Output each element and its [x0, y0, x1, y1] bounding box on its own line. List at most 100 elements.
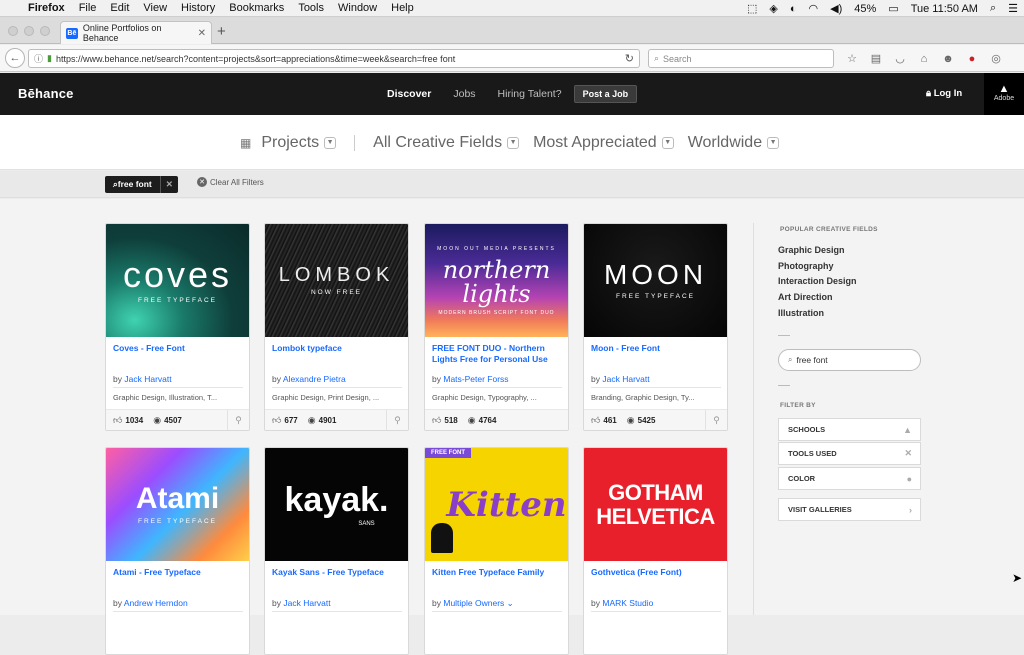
project-title[interactable]: Kitten Free Typeface Family [432, 567, 564, 578]
bookmark-star-icon[interactable]: ☆ [840, 52, 864, 65]
window-zoom-button[interactable] [40, 26, 50, 36]
project-title[interactable]: FREE FONT DUO - Northern Lights Free for… [432, 343, 564, 365]
screenshot-icon[interactable]: ⬚ [741, 2, 763, 15]
pinterest-icon[interactable]: ● [960, 53, 984, 65]
filter-schools-button[interactable]: SCHOOLS ▲ [778, 418, 921, 441]
home-icon[interactable]: ⌂ [912, 53, 936, 65]
menu-history[interactable]: History [174, 0, 222, 17]
sync-icon[interactable]: ◐ [784, 3, 803, 15]
project-fields: Graphic Design, Illustration, T... [113, 393, 218, 402]
owner-link[interactable]: Mats-Peter Forss [443, 374, 508, 384]
project-cover[interactable]: kayak. SANS [265, 448, 408, 561]
menu-view[interactable]: View [136, 0, 174, 17]
search-filter-tag-label[interactable]: ⌕free font [105, 176, 160, 193]
project-card[interactable]: MOON OUT MEDIA PRESENTS northern lights … [424, 223, 569, 431]
back-button[interactable]: ← [5, 48, 25, 68]
notification-center-icon[interactable]: ☰ [1002, 2, 1024, 15]
browser-tab[interactable]: Bē Online Portfolios on Behance ✕ [60, 21, 212, 44]
project-card[interactable]: MOON FREE TYPEFACE Moon - Free Font by J… [583, 223, 728, 431]
owner-link[interactable]: Andrew Herndon [124, 598, 188, 608]
sidebar-field-illustration[interactable]: Illustration [778, 308, 824, 318]
browser-search-input[interactable]: ⌕ Search [648, 49, 834, 68]
sidebar-field-interaction-design[interactable]: Interaction Design [778, 276, 857, 286]
adobe-link[interactable]: ▲ Adobe [984, 73, 1024, 115]
menu-help[interactable]: Help [384, 0, 421, 17]
new-tab-button[interactable]: + [217, 23, 226, 40]
sidebar-field-graphic-design[interactable]: Graphic Design [778, 245, 845, 255]
nav-hiring-talent[interactable]: Hiring Talent? [498, 88, 562, 100]
owner-link[interactable]: MARK Studio [602, 598, 653, 608]
pocket-icon[interactable]: ◡ [888, 52, 912, 65]
clear-all-filters-button[interactable]: ✕ Clear All Filters [197, 177, 264, 187]
project-cover[interactable]: coves FREE TYPEFACE [106, 224, 249, 337]
owner-link[interactable]: Jack Harvatt [283, 598, 330, 608]
project-cover[interactable]: GOTHAM HELVETICA [584, 448, 727, 561]
menu-bookmarks[interactable]: Bookmarks [222, 0, 291, 17]
window-close-button[interactable] [8, 26, 18, 36]
owner-link[interactable]: Multiple Owners ⌄ [443, 598, 513, 608]
project-card[interactable]: GOTHAM HELVETICA Gothvetica (Free Font) … [583, 447, 728, 655]
wifi-icon[interactable]: ◠ [803, 2, 825, 15]
sidebar-search-input[interactable]: ⌕ free font [778, 349, 921, 371]
owner-link[interactable]: Jack Harvatt [602, 374, 649, 384]
project-cover[interactable]: MOON OUT MEDIA PRESENTS northern lights … [425, 224, 568, 337]
cover-text: MOON [603, 259, 708, 290]
window-minimize-button[interactable] [24, 26, 34, 36]
project-card[interactable]: FREE FONT Kitten Kitten Free Typeface Fa… [424, 447, 569, 655]
pin-icon[interactable]: ⚲ [227, 410, 249, 430]
project-title[interactable]: Coves - Free Font [113, 343, 245, 354]
pin-icon[interactable]: ⚲ [705, 410, 727, 430]
sort-dropdown[interactable]: Most Appreciated ▼ [533, 134, 674, 152]
emoji-extension-icon[interactable]: ☻ [936, 53, 960, 65]
project-title[interactable]: Gothvetica (Free Font) [591, 567, 723, 578]
project-cover[interactable]: FREE FONT Kitten [425, 448, 568, 561]
log-in-link[interactable]: 🔒︎ Log In [926, 88, 962, 99]
mouse-cursor-icon: ➤ [1012, 571, 1023, 585]
volume-icon[interactable]: ◀) [824, 2, 848, 15]
sidebar-field-photography[interactable]: Photography [778, 261, 834, 271]
nav-jobs[interactable]: Jobs [453, 88, 475, 100]
project-card[interactable]: Atami FREE TYPEFACE Atami - Free Typefac… [105, 447, 250, 655]
creative-fields-dropdown[interactable]: All Creative Fields ▼ [373, 134, 520, 152]
project-card[interactable]: coves FREE TYPEFACE Coves - Free Font by… [105, 223, 250, 431]
hamburger-menu-icon[interactable]: ≡ [1020, 53, 1024, 65]
project-cover[interactable]: Atami FREE TYPEFACE [106, 448, 249, 561]
menu-tools[interactable]: Tools [291, 0, 331, 17]
project-title[interactable]: Atami - Free Typeface [113, 567, 245, 578]
post-a-job-button[interactable]: Post a Job [573, 85, 638, 103]
info-icon[interactable]: ⓘ [34, 52, 43, 65]
chevron-down-icon: ▼ [507, 136, 520, 149]
project-title[interactable]: Lombok typeface [272, 343, 404, 354]
menu-file[interactable]: File [72, 0, 104, 17]
url-bar[interactable]: ⓘ ▮ https://www.behance.net/search?conte… [28, 49, 640, 68]
pin-icon[interactable]: ⚲ [386, 410, 408, 430]
nav-discover[interactable]: Discover [387, 88, 431, 100]
project-title[interactable]: Kayak Sans - Free Typeface [272, 567, 404, 578]
menu-app-firefox[interactable]: Firefox [21, 0, 72, 17]
project-card[interactable]: kayak. SANS Kayak Sans - Free Typeface b… [264, 447, 409, 655]
clock[interactable]: Tue 11:50 AM [905, 3, 984, 15]
visit-galleries-button[interactable]: VISIT GALLERIES › [778, 498, 921, 521]
project-title[interactable]: Moon - Free Font [591, 343, 723, 354]
owner-link[interactable]: Alexandre Pietra [283, 374, 346, 384]
filter-tools-used-button[interactable]: TOOLS USED ✕ [778, 442, 921, 465]
menu-edit[interactable]: Edit [103, 0, 136, 17]
dropbox-icon[interactable]: ◈ [763, 2, 783, 15]
reload-icon[interactable]: ↻ [625, 52, 634, 65]
location-dropdown[interactable]: Worldwide ▼ [688, 134, 780, 152]
menu-window[interactable]: Window [331, 0, 384, 17]
project-cover[interactable]: MOON FREE TYPEFACE [584, 224, 727, 337]
owner-link[interactable]: Jack Harvatt [124, 374, 171, 384]
project-card[interactable]: LOMBOK NOW FREE Lombok typeface by Alexa… [264, 223, 409, 431]
remove-filter-icon[interactable]: ✕ [159, 176, 178, 193]
tab-close-icon[interactable]: ✕ [198, 28, 206, 39]
filter-color-button[interactable]: COLOR ● [778, 467, 921, 490]
project-cover[interactable]: LOMBOK NOW FREE [265, 224, 408, 337]
spotlight-search-icon[interactable]: ⌕ [984, 2, 1002, 15]
extension-icon[interactable]: ◎ [984, 52, 1008, 65]
reading-list-icon[interactable]: ▤ [864, 52, 888, 65]
behance-logo[interactable]: Bēhance [18, 86, 74, 101]
projects-dropdown[interactable]: Projects ▼ [261, 134, 337, 152]
sidebar-field-art-direction[interactable]: Art Direction [778, 292, 833, 302]
battery-percent[interactable]: 45% [848, 3, 882, 15]
